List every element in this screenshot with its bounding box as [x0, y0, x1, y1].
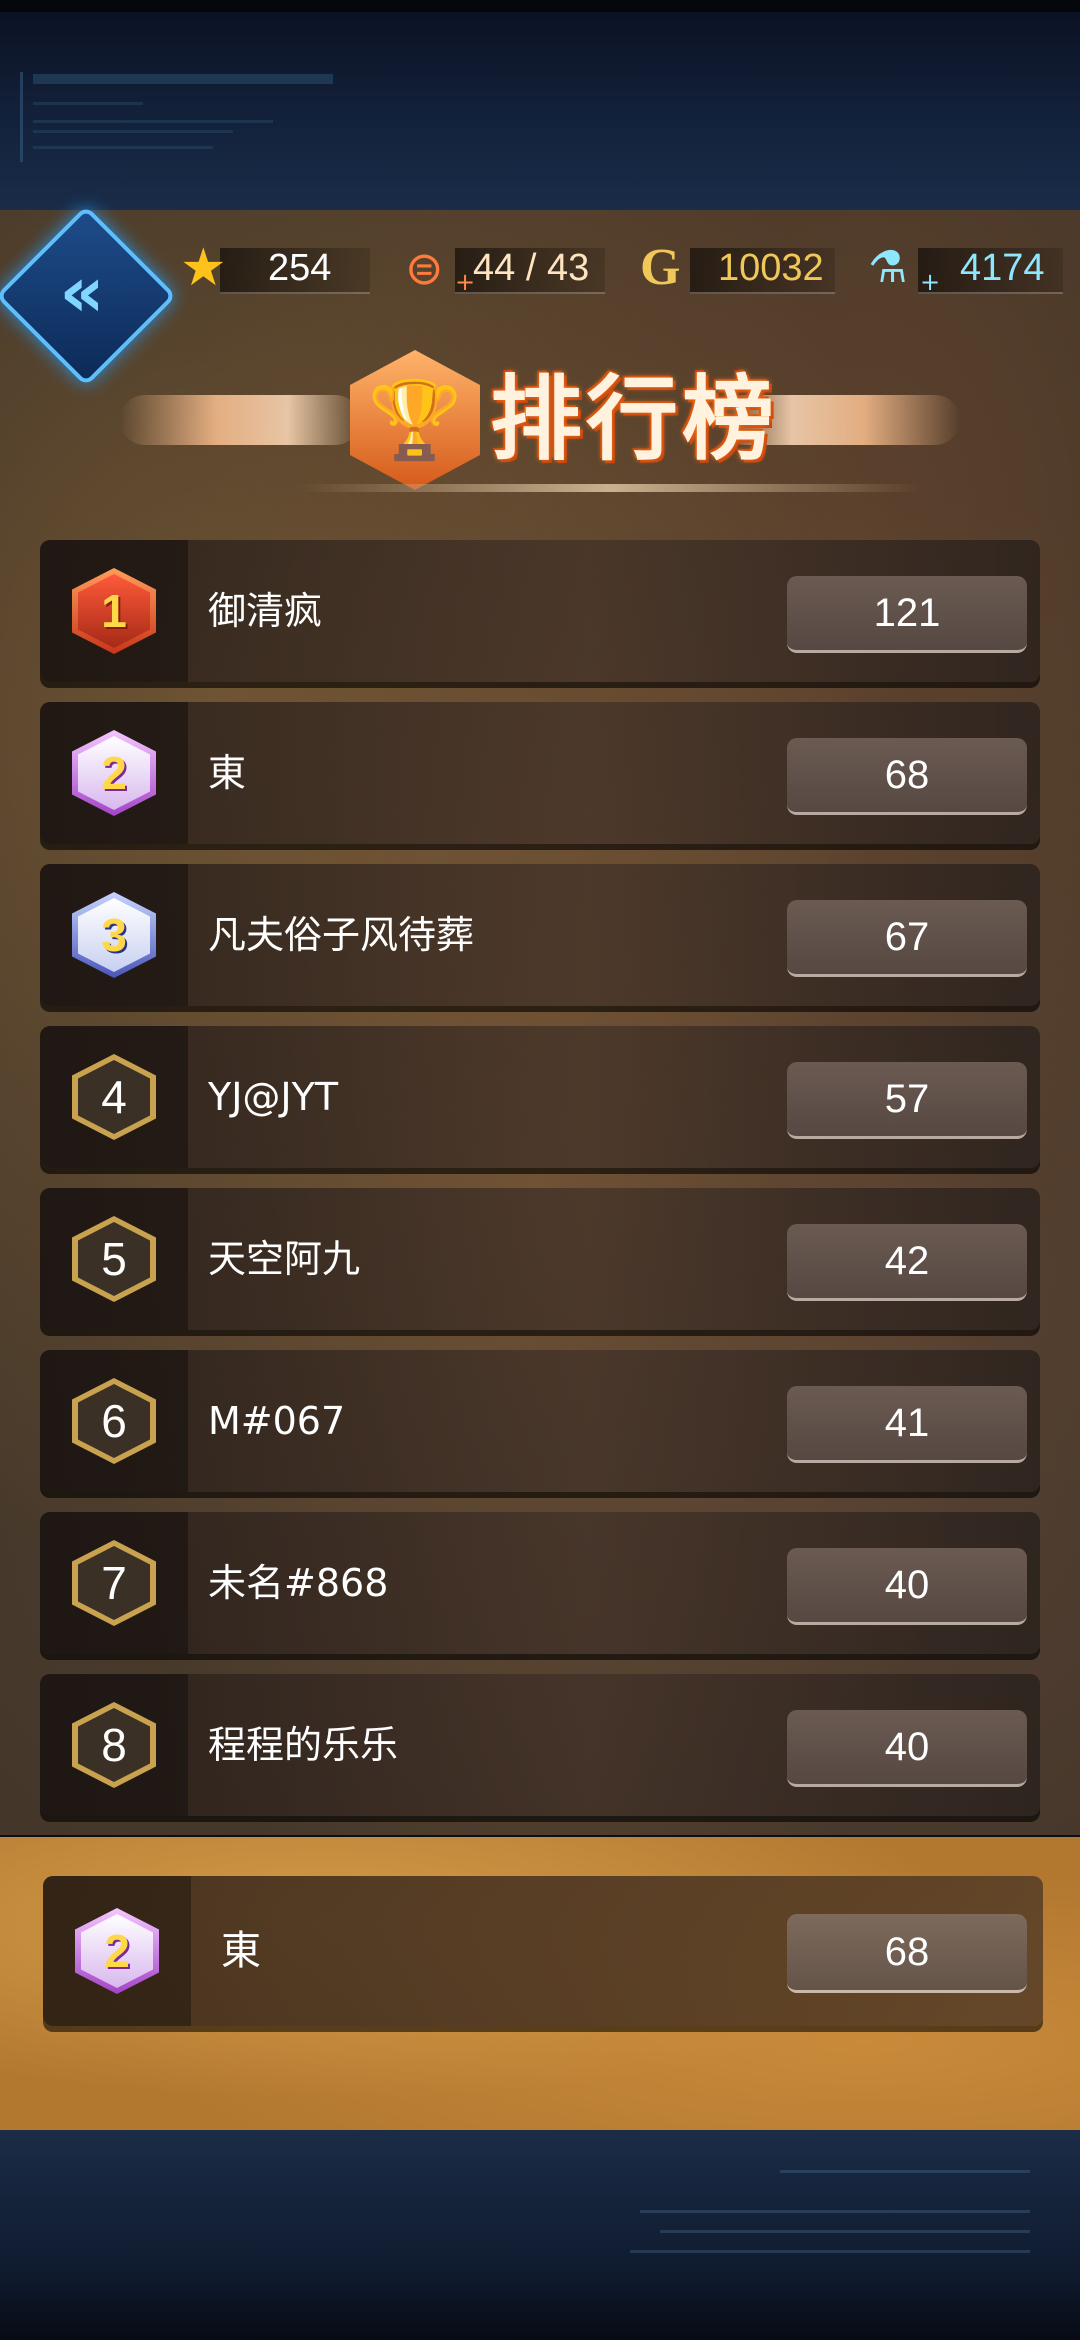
my-rank-row[interactable]: 2 東 68: [43, 1876, 1043, 2026]
gem-plus-icon[interactable]: +: [920, 268, 940, 296]
player-name: 東: [208, 751, 247, 795]
rank-number: 7: [101, 1557, 127, 1609]
bottom-decor-band: [0, 2130, 1080, 2340]
score-value: 40: [787, 1710, 1027, 1787]
leaderboard-row[interactable]: 7 未名#868 40: [40, 1512, 1040, 1654]
player-name: 程程的乐乐: [208, 1723, 399, 1767]
player-name: 東: [221, 1928, 261, 1974]
rank-number: 2: [101, 747, 127, 799]
star-value: 254: [268, 247, 332, 289]
hud-decoration: [20, 72, 333, 162]
rank-number: 4: [101, 1071, 127, 1123]
score-value: 67: [787, 900, 1027, 977]
gem-value: 4174: [960, 247, 1045, 289]
player-name: 天空阿九: [208, 1237, 361, 1281]
gem-counter[interactable]: ⚗ + 4174: [868, 238, 1063, 298]
rank-number: 2: [104, 1925, 130, 1977]
score-value: 41: [787, 1386, 1027, 1463]
stamina-counter[interactable]: ⊜ + 44 / 43: [405, 238, 605, 298]
gold-counter: G 10032: [640, 238, 835, 298]
rank-number: 6: [101, 1395, 127, 1447]
leaderboard-row[interactable]: 1 御清疯 121: [40, 540, 1040, 682]
leaderboard-row[interactable]: 2 東 68: [40, 702, 1040, 844]
ornament-left: [120, 395, 360, 445]
player-name: 御清疯: [208, 589, 323, 633]
leaderboard-row[interactable]: 8 程程的乐乐 40: [40, 1674, 1040, 1816]
rank-number: 1: [101, 585, 127, 637]
player-name: YJ@JYT: [208, 1075, 339, 1119]
player-name: 未名#868: [208, 1561, 389, 1605]
score-value: 57: [787, 1062, 1027, 1139]
stamina-icon: ⊜: [405, 241, 444, 295]
leaderboard-row[interactable]: 5 天空阿九 42: [40, 1188, 1040, 1330]
leaderboard-row[interactable]: 3 凡夫俗子风待葬 67: [40, 864, 1040, 1006]
score-value: 40: [787, 1548, 1027, 1625]
star-counter: ★ 254: [180, 238, 375, 298]
stamina-value: 44 / 43: [473, 247, 590, 289]
header-divider: [300, 484, 920, 492]
score-value: 121: [787, 576, 1027, 653]
leaderboard-header: 🏆 排行榜: [120, 340, 960, 500]
trophy-icon: 🏆: [367, 375, 463, 464]
page-title: 排行榜: [490, 366, 779, 473]
player-name: 凡夫俗子风待葬: [208, 913, 475, 957]
potion-icon: ⚗: [868, 242, 908, 293]
leaderboard-row[interactable]: 6 M#067 41: [40, 1350, 1040, 1492]
star-icon: ★: [180, 238, 227, 298]
score-value: 68: [787, 1914, 1027, 1993]
player-name: M#067: [208, 1399, 346, 1443]
score-value: 68: [787, 738, 1027, 815]
top-decor-band: [0, 0, 1080, 222]
double-chevron-left-icon[interactable]: «: [22, 232, 142, 352]
rank-number: 3: [101, 909, 127, 961]
gold-value: 10032: [718, 247, 824, 289]
rank-number: 8: [101, 1719, 127, 1771]
score-value: 42: [787, 1224, 1027, 1301]
rank-number: 5: [101, 1233, 127, 1285]
hud-decoration: [620, 2150, 1050, 2280]
gold-coin-icon: G: [640, 239, 681, 296]
leaderboard-row[interactable]: 4 YJ@JYT 57: [40, 1026, 1040, 1168]
